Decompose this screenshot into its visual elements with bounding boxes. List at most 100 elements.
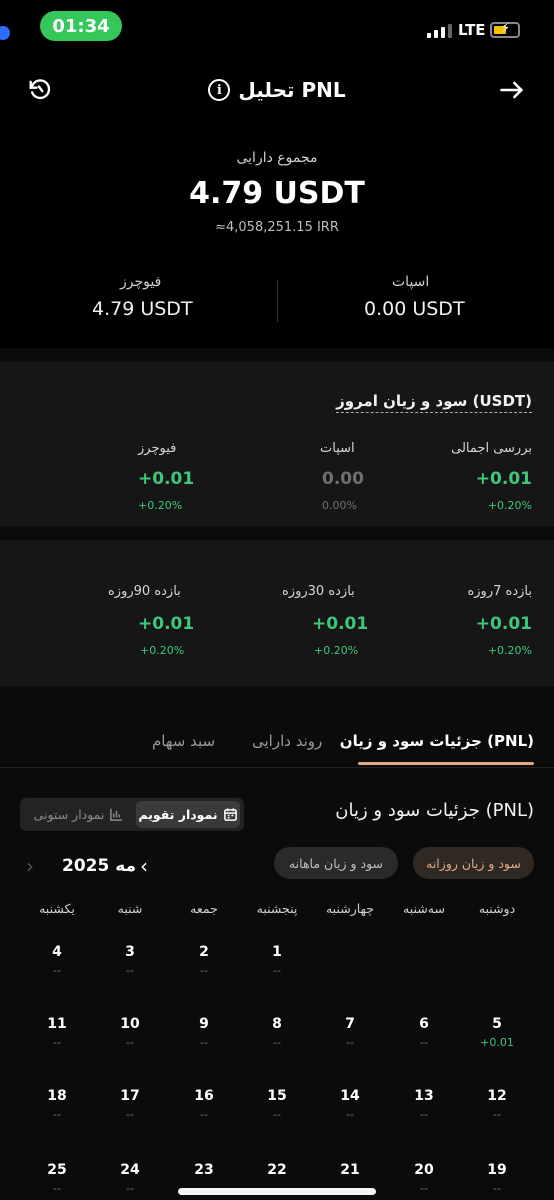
day-number: 14	[340, 1088, 360, 1104]
calendar-day[interactable]: 14 --	[313, 1088, 387, 1121]
chevron-right-icon[interactable]: ›	[26, 854, 34, 878]
calendar-day[interactable]: 8 --	[240, 1016, 314, 1049]
day-number: 11	[47, 1016, 67, 1032]
day-number: 3	[125, 944, 135, 960]
pnl-details-section: جزئیات سود و زیان (PNL) نمودار تقویم نمو…	[0, 768, 554, 1200]
calendar-day[interactable]: 13 --	[387, 1088, 461, 1121]
tab-portfolio[interactable]: سبد سهام	[152, 732, 215, 750]
day-number: 7	[345, 1016, 355, 1032]
details-title: جزئیات سود و زیان (PNL)	[335, 800, 534, 821]
day-pnl: --	[200, 1108, 208, 1121]
return-90d-label: بازده 90روزه	[108, 584, 181, 599]
futures-value: 4.79 USDT	[92, 298, 193, 320]
day-pnl: --	[273, 1108, 281, 1121]
signal-icon	[427, 24, 452, 38]
spot-today-label: اسپات	[320, 441, 355, 456]
day-number: 25	[47, 1162, 67, 1178]
page-title-text: تحلیل PNL	[238, 78, 346, 102]
return-30d-value: +0.01	[312, 614, 369, 634]
overview-value: +0.01	[475, 469, 532, 489]
day-pnl: --	[126, 1182, 134, 1195]
calendar-day[interactable]: 3 --	[93, 944, 167, 977]
day-pnl: --	[126, 1108, 134, 1121]
day-pnl: --	[126, 1036, 134, 1049]
bar-view-button[interactable]: نمودار ستونی	[24, 801, 134, 828]
day-pnl: --	[346, 1108, 354, 1121]
tab-underline	[358, 762, 534, 765]
return-7d-pct: +0.20%	[487, 644, 532, 657]
day-number: 5	[492, 1016, 502, 1032]
calendar-day[interactable]: 19 --	[460, 1162, 534, 1195]
overview-label: بررسی اجمالی	[451, 441, 532, 456]
futures-today-pct: +0.20%	[138, 499, 183, 512]
day-pnl: --	[273, 1036, 281, 1049]
chart-view-toggle: نمودار تقویم نمودار ستونی	[20, 798, 244, 831]
status-time: 01:34	[40, 11, 122, 41]
day-number: 19	[487, 1162, 507, 1178]
day-pnl: --	[126, 964, 134, 977]
day-number: 6	[419, 1016, 429, 1032]
calendar-day[interactable]: 9 --	[167, 1016, 241, 1049]
network-label: LTE	[458, 21, 486, 39]
futures-today-label: فیوچرز	[138, 441, 177, 456]
day-number: 22	[267, 1162, 287, 1178]
total-assets-irr: ≈4,058,251.15 IRR	[215, 220, 339, 235]
total-assets-label: مجموع دارایی	[236, 150, 318, 166]
calendar-view-button[interactable]: نمودار تقویم	[136, 801, 240, 828]
info-icon[interactable]: i	[208, 79, 231, 101]
calendar-day[interactable]: 18 --	[20, 1088, 94, 1121]
return-7d-value: +0.01	[475, 614, 532, 634]
day-number: 16	[194, 1088, 214, 1104]
today-pnl-title[interactable]: سود و زیان امروز (USDT)	[336, 392, 532, 413]
calendar-day[interactable]: 2 --	[167, 944, 241, 977]
spot-today-pct: 0.00%	[322, 499, 357, 512]
calendar-day[interactable]: 15 --	[240, 1088, 314, 1121]
calendar-day[interactable]: 6 --	[387, 1016, 461, 1049]
day-number: 17	[120, 1088, 140, 1104]
day-pnl: --	[53, 1036, 61, 1049]
daily-pnl-chip[interactable]: سود و زیان روزانه	[413, 847, 534, 879]
day-number: 13	[414, 1088, 434, 1104]
day-number: 24	[120, 1162, 140, 1178]
total-assets-value: 4.79 USDT	[189, 176, 365, 211]
return-90d-pct: +0.20%	[140, 644, 185, 657]
day-number: 21	[340, 1162, 360, 1178]
tab-pnl-details[interactable]: جزئیات سود و زیان (PNL)	[340, 732, 534, 750]
day-number: 4	[52, 944, 62, 960]
battery-icon: ⚡	[490, 21, 520, 38]
tab-asset-trend[interactable]: روند دارایی	[252, 732, 322, 750]
month-navigator: › 2025 مه ‹	[26, 852, 186, 882]
calendar-day[interactable]: 10 --	[93, 1016, 167, 1049]
calendar-day[interactable]: 24 --	[93, 1162, 167, 1195]
day-pnl: +0.01	[480, 1036, 514, 1049]
day-pnl: --	[53, 1182, 61, 1195]
status-dot	[0, 26, 10, 40]
spot-today-value: 0.00	[322, 469, 364, 489]
calendar-view-label: نمودار تقویم	[138, 807, 218, 822]
return-90d-value: +0.01	[138, 614, 195, 634]
calendar-day[interactable]: 5 +0.01	[460, 1016, 534, 1049]
day-pnl: --	[346, 1036, 354, 1049]
total-assets-section: مجموع دارایی 4.79 USDT ≈4,058,251.15 IRR…	[0, 126, 554, 348]
day-number: 9	[199, 1016, 209, 1032]
header: i تحلیل PNL	[0, 56, 554, 126]
calendar-day[interactable]: 1 --	[240, 944, 314, 977]
calendar-day[interactable]: 20 --	[387, 1162, 461, 1195]
chevron-left-icon[interactable]: ‹	[140, 854, 148, 878]
home-indicator	[178, 1188, 376, 1195]
arrow-right-icon[interactable]	[498, 76, 528, 106]
day-number: 15	[267, 1088, 287, 1104]
calendar-day[interactable]: 16 --	[167, 1088, 241, 1121]
day-pnl: --	[53, 1108, 61, 1121]
calendar-day[interactable]: 17 --	[93, 1088, 167, 1121]
day-number: 18	[47, 1088, 67, 1104]
calendar-day[interactable]: 4 --	[20, 944, 94, 977]
day-pnl: --	[420, 1182, 428, 1195]
calendar-day[interactable]: 11 --	[20, 1016, 94, 1049]
monthly-pnl-chip[interactable]: سود و زیان ماهانه	[274, 847, 398, 879]
calendar-day[interactable]: 25 --	[20, 1162, 94, 1195]
weekday-label: سه‌شنبه	[403, 901, 445, 916]
calendar-day[interactable]: 12 --	[460, 1088, 534, 1121]
calendar-day[interactable]: 7 --	[313, 1016, 387, 1049]
weekday-label: چهارشنبه	[325, 901, 375, 916]
